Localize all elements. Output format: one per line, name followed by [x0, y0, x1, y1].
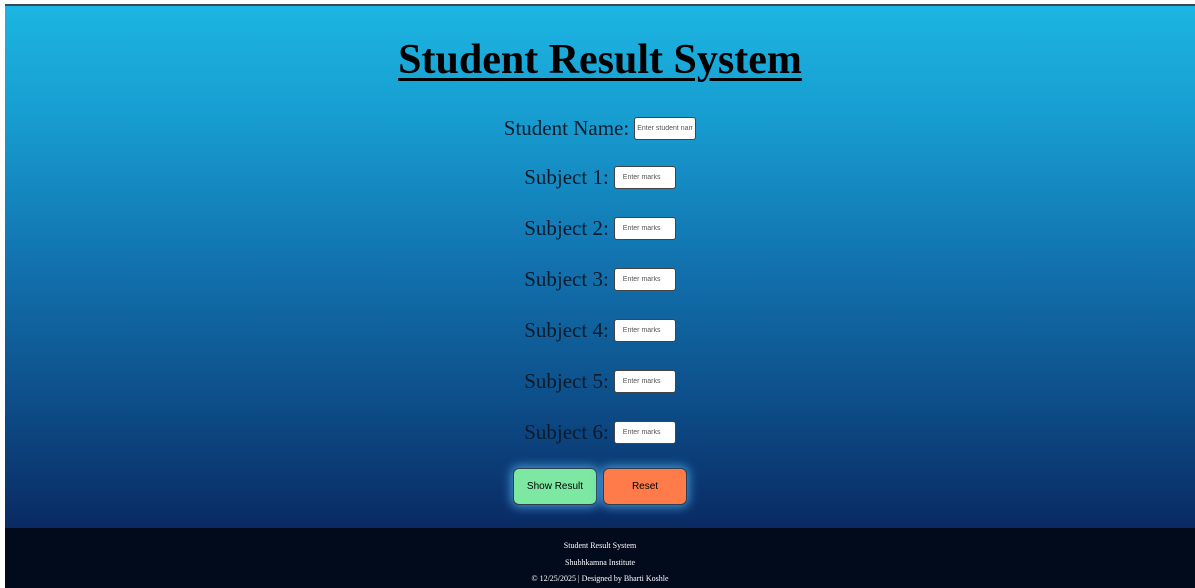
subject-4-label: Subject 4: [524, 317, 609, 342]
subject-5-label: Subject 5: [524, 368, 609, 393]
subject-3-input[interactable] [613, 267, 676, 291]
reset-button[interactable]: Reset [603, 468, 687, 505]
page-frame: Student Result System Student Name: Subj… [5, 4, 1195, 588]
footer-app-name: Student Result System [563, 541, 637, 550]
subject-1-row: Subject 1: [5, 162, 1195, 192]
page-title: Student Result System [398, 37, 802, 83]
subject-3-row: Subject 3: [5, 264, 1195, 294]
subject-3-label: Subject 3: [524, 266, 609, 291]
footer: Student Result System Shubhkamna Institu… [5, 528, 1195, 588]
subject-6-row: Subject 6: [5, 417, 1195, 447]
subject-5-row: Subject 5: [5, 366, 1195, 396]
action-buttons: Show Result Reset [5, 468, 1195, 505]
subject-5-input[interactable] [613, 369, 676, 393]
subject-6-label: Subject 6: [524, 419, 609, 444]
student-name-row: Student Name: [5, 113, 1195, 143]
subject-1-input[interactable] [613, 165, 676, 189]
main-section: Student Result System Student Name: Subj… [5, 6, 1195, 528]
footer-institute: Shubhkamna Institute [565, 558, 635, 567]
subject-2-label: Subject 2: [524, 215, 609, 240]
student-name-input[interactable] [634, 116, 697, 140]
footer-copyright: © 12/25/2025 | Designed by Bharti Koshle [531, 574, 669, 583]
show-result-button[interactable]: Show Result [513, 468, 597, 505]
student-name-label: Student Name: [503, 115, 630, 140]
subject-2-input[interactable] [613, 216, 676, 240]
subject-4-row: Subject 4: [5, 315, 1195, 345]
subject-1-label: Subject 1: [524, 164, 609, 189]
subject-6-input[interactable] [613, 420, 676, 444]
subject-4-input[interactable] [613, 318, 676, 342]
subject-2-row: Subject 2: [5, 213, 1195, 243]
